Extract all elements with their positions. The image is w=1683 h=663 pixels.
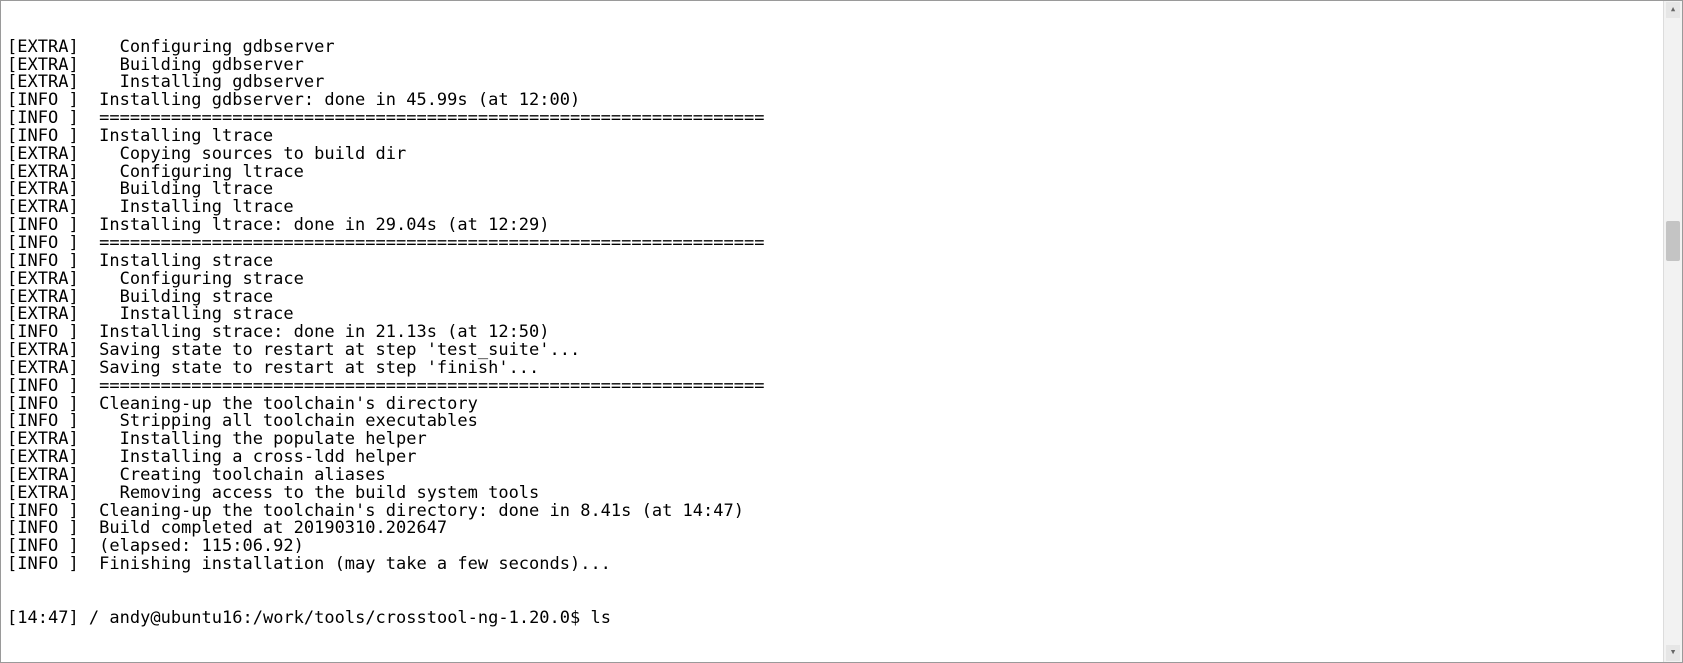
shell-prompt-line: [14:47] / andy@ubuntu16:/work/tools/cros…	[7, 610, 1662, 628]
prompt-status: /	[89, 608, 99, 628]
log-tag: EXTRA	[7, 271, 79, 289]
prompt-command[interactable]: ls	[591, 608, 611, 628]
log-line: INFO Finishing installation (may take a …	[7, 556, 1662, 574]
scroll-down-button[interactable]: ▾	[1666, 645, 1680, 661]
log-message: Finishing installation (may take a few s…	[89, 554, 611, 574]
prompt-time-close: ]	[68, 608, 88, 628]
log-tag: INFO	[7, 556, 79, 574]
terminal-window: EXTRA Configuring gdbserverEXTRA Buildin…	[0, 0, 1683, 663]
terminal-output[interactable]: EXTRA Configuring gdbserverEXTRA Buildin…	[1, 1, 1664, 662]
prompt-user-host: andy@ubuntu16	[109, 608, 242, 628]
prompt-cwd: /work/tools/crosstool-ng-1.20.0	[253, 608, 570, 628]
log-tag: EXTRA	[7, 39, 79, 57]
log-tag: INFO	[7, 378, 79, 396]
log-tag: EXTRA	[7, 485, 79, 503]
scroll-thumb[interactable]	[1666, 221, 1680, 261]
prompt-time: 14:47	[17, 608, 68, 628]
vertical-scrollbar[interactable]: ▴ ▾	[1663, 1, 1682, 662]
log-tag: INFO	[7, 253, 79, 271]
log-tag: EXTRA	[7, 146, 79, 164]
scroll-up-button[interactable]: ▴	[1666, 2, 1680, 18]
prompt-time-open: [	[7, 608, 17, 628]
